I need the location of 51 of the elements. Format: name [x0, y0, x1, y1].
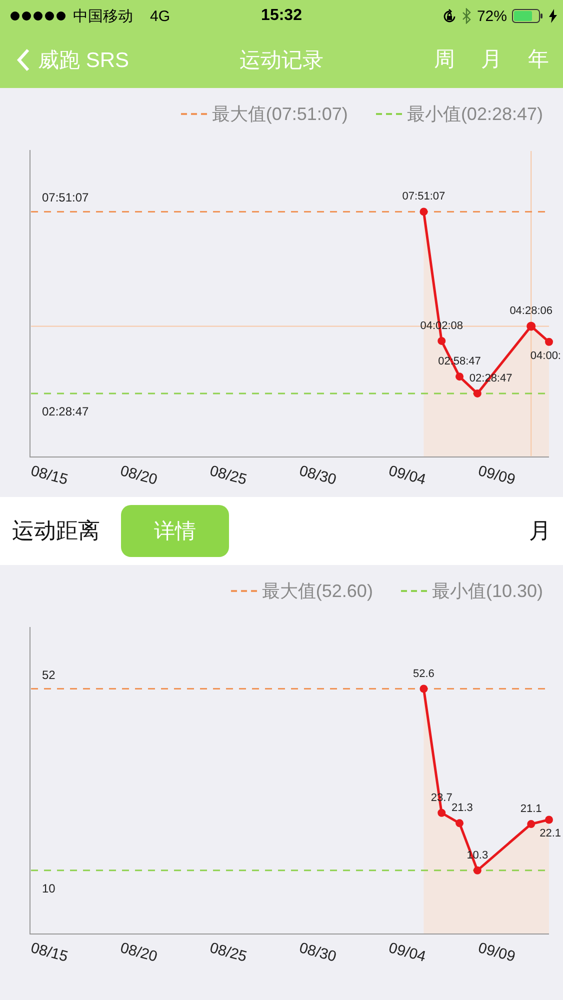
data-label: 04:28:06	[510, 305, 553, 318]
axis-label: 08/30	[297, 462, 338, 489]
axis-label: 08/25	[208, 939, 249, 966]
data-point	[545, 816, 553, 824]
screen-title: 运动记录	[240, 48, 324, 74]
period-tab[interactable]: 周	[434, 43, 455, 77]
axis-label: 08/15	[28, 939, 70, 966]
axis-label: 08/25	[208, 462, 249, 489]
data-label: 21.3	[452, 802, 473, 814]
legend-label: 最大值(52.60)	[262, 580, 373, 603]
axis-label: 08/30	[297, 939, 338, 966]
data-point	[420, 684, 428, 693]
period-tab[interactable]: 月	[481, 43, 502, 77]
back-button[interactable]: 威跑 SRS	[16, 46, 130, 74]
data-label: 22.1	[540, 828, 561, 840]
data-label: 21.1	[520, 803, 542, 816]
period-tab[interactable]: 年	[528, 43, 549, 77]
data-label: 04:00:	[530, 350, 561, 362]
period-label: 月	[529, 517, 551, 545]
axis-label: 09/09	[476, 462, 518, 489]
data-label: 52.6	[413, 668, 434, 680]
axis-label: 52	[42, 668, 56, 682]
axis-label: 08/15	[28, 462, 70, 489]
data-label: 07:51:07	[402, 190, 446, 203]
details-button[interactable]: 详情	[121, 505, 229, 557]
chevron-left-icon	[16, 48, 30, 72]
data-point	[438, 808, 446, 817]
signal-icon	[10, 11, 68, 21]
clock: 15:32	[261, 7, 302, 25]
rotation-lock-icon	[442, 8, 457, 24]
battery-percent: 72%	[476, 8, 507, 24]
section-title: 运动距离	[12, 517, 100, 545]
battery-icon	[512, 9, 544, 23]
axis-label: 07:51:07	[42, 190, 89, 205]
axis-label: 09/04	[386, 462, 428, 489]
legend-label: 最小值(02:28:47)	[406, 103, 543, 126]
charging-icon	[549, 9, 557, 23]
data-point	[527, 820, 536, 828]
axis-label: 08/20	[118, 939, 160, 966]
carrier-name: 中国移动	[73, 6, 133, 26]
axis-label: 08/20	[118, 462, 160, 489]
legend-label: 最大值(07:51:07)	[212, 103, 348, 126]
network-type: 4G	[150, 8, 170, 24]
axis-label: 10	[42, 881, 56, 896]
axis-label: 09/04	[386, 939, 428, 966]
legend-label: 最小值(10.30)	[432, 580, 543, 603]
axis-label: 09/09	[476, 939, 518, 966]
axis-label: 02:28:47	[42, 404, 89, 418]
data-point	[456, 819, 464, 828]
bluetooth-icon	[462, 8, 472, 24]
data-point	[473, 866, 482, 874]
